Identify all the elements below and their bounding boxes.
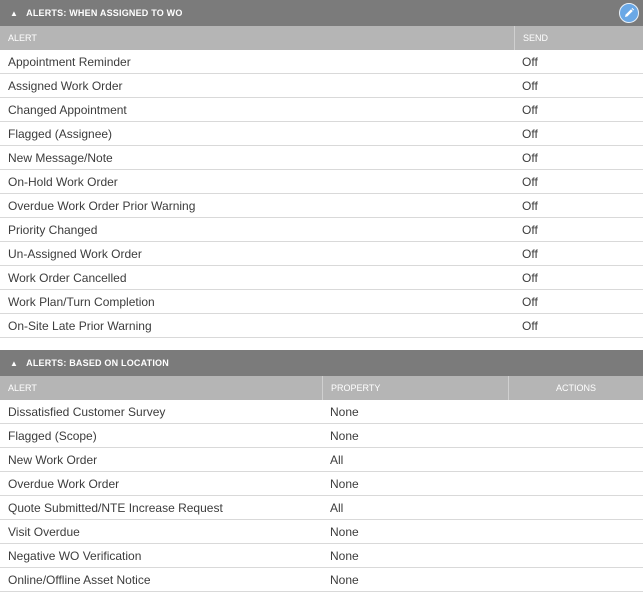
alert-name: New Message/Note [8,150,113,165]
property-value: None [330,428,359,443]
alert-name: On-Site Late Prior Warning [8,318,152,333]
column-alert[interactable]: ALERT [0,383,322,393]
alert-name: Changed Appointment [8,102,127,117]
send-value: Off [522,246,538,261]
alert-name: Online/Offline Asset Notice [8,572,151,587]
table-row[interactable]: Online/Offline Asset Notice None [0,568,643,592]
table-row[interactable]: On-Hold Work Order Off [0,170,643,194]
alert-name: Priority Changed [8,222,98,237]
table-row[interactable]: Overdue Work Order Prior Warning Off [0,194,643,218]
property-value: None [330,548,359,563]
send-value: Off [522,174,538,189]
section-location-alerts: ▲ ALERTS: BASED ON LOCATION ALERT PROPER… [0,350,643,592]
table-row[interactable]: Changed Appointment Off [0,98,643,122]
property-value: None [330,404,359,419]
table-row[interactable]: Negative WO Verification None [0,544,643,568]
section-title: ALERTS: BASED ON LOCATION [26,358,169,368]
alert-name: New Work Order [8,452,98,467]
alert-name: Work Order Cancelled [8,270,127,285]
send-value: Off [522,102,538,117]
alert-name: Un-Assigned Work Order [8,246,142,261]
alert-name: Assigned Work Order [8,78,123,93]
send-value: Off [522,222,538,237]
column-property[interactable]: PROPERTY [322,376,508,400]
alert-name: Work Plan/Turn Completion [8,294,155,309]
alert-name: Flagged (Assignee) [8,126,113,141]
column-send[interactable]: SEND [514,26,643,50]
table-row[interactable]: Appointment Reminder Off [0,50,643,74]
section-header-assigned[interactable]: ▲ ALERTS: WHEN ASSIGNED TO WO [0,0,643,26]
section-header-location[interactable]: ▲ ALERTS: BASED ON LOCATION [0,350,643,376]
property-value: None [330,572,359,587]
column-actions: ACTIONS [508,376,643,400]
table-row[interactable]: Assigned Work Order Off [0,74,643,98]
section-spacer [0,338,643,350]
table-row[interactable]: Dissatisfied Customer Survey None [0,400,643,424]
pencil-icon [625,7,635,17]
send-value: Off [522,294,538,309]
collapse-icon[interactable]: ▲ [10,359,18,368]
alert-name: Appointment Reminder [8,54,131,69]
send-value: Off [522,198,538,213]
collapse-icon[interactable]: ▲ [10,9,18,18]
table-row[interactable]: Work Order Cancelled Off [0,266,643,290]
table-row[interactable]: Flagged (Scope) None [0,424,643,448]
column-alert[interactable]: ALERT [0,33,514,43]
table-row[interactable]: Quote Submitted/NTE Increase Request All [0,496,643,520]
column-header-row: ALERT PROPERTY ACTIONS [0,376,643,400]
table-row[interactable]: Un-Assigned Work Order Off [0,242,643,266]
alert-name: Visit Overdue [8,524,80,539]
alert-name: Dissatisfied Customer Survey [8,404,166,419]
alert-name: Quote Submitted/NTE Increase Request [8,500,223,515]
property-value: All [330,452,344,467]
table-row[interactable]: Priority Changed Off [0,218,643,242]
send-value: Off [522,54,538,69]
table-row[interactable]: Overdue Work Order None [0,472,643,496]
property-value: None [330,524,359,539]
send-value: Off [522,126,538,141]
edit-button[interactable] [619,3,639,23]
table-row[interactable]: Visit Overdue None [0,520,643,544]
table-row[interactable]: Flagged (Assignee) Off [0,122,643,146]
alert-name: Negative WO Verification [8,548,142,563]
alert-name: Flagged (Scope) [8,428,97,443]
send-value: Off [522,150,538,165]
alert-name: On-Hold Work Order [8,174,118,189]
section-title: ALERTS: WHEN ASSIGNED TO WO [26,8,183,18]
alert-name: Overdue Work Order [8,476,120,491]
property-value: All [330,500,344,515]
column-header-row: ALERT SEND [0,26,643,50]
property-value: None [330,476,359,491]
send-value: Off [522,78,538,93]
section-assigned-alerts: ▲ ALERTS: WHEN ASSIGNED TO WO ALERT SEND… [0,0,643,338]
table-row[interactable]: New Message/Note Off [0,146,643,170]
alert-name: Overdue Work Order Prior Warning [8,198,196,213]
table-row[interactable]: Work Plan/Turn Completion Off [0,290,643,314]
send-value: Off [522,270,538,285]
send-value: Off [522,318,538,333]
table-row[interactable]: On-Site Late Prior Warning Off [0,314,643,338]
table-row[interactable]: New Work Order All [0,448,643,472]
